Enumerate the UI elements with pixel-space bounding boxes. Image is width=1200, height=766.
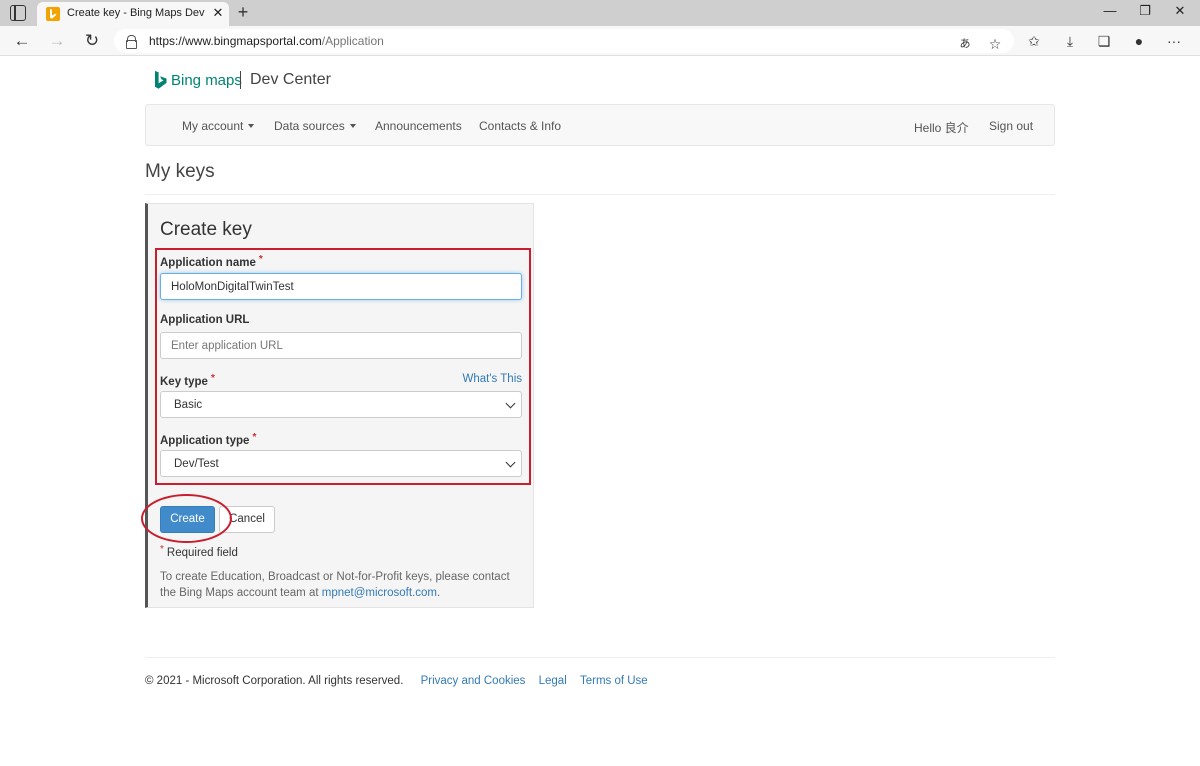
new-tab-icon[interactable]: + [234, 2, 252, 22]
add-favorite-icon[interactable]: ☆ [985, 34, 1005, 54]
required-field-note: * Required field [160, 544, 238, 559]
required-mark: * [160, 544, 164, 555]
caret-down-icon [349, 124, 356, 128]
profile-icon[interactable]: ● [1129, 31, 1149, 51]
chevron-down-icon [505, 457, 516, 468]
brand-bing: Bing maps [171, 72, 242, 89]
required-mark: * [210, 373, 215, 384]
tab-title: Create key - Bing Maps Dev Center [67, 7, 207, 19]
create-key-card: Create key Application name* Application… [141, 203, 534, 608]
nav-announcements[interactable]: Announcements [375, 119, 462, 133]
url-text: https://www.bingmapsportal.com/Applicati… [149, 34, 384, 48]
info-text: To create Education, Broadcast or Not-fo… [160, 571, 510, 599]
app-name-label: Application name * [160, 254, 263, 269]
lock-icon[interactable] [126, 35, 137, 49]
footer-divider [145, 657, 1055, 658]
divider [145, 194, 1055, 195]
browser-tab-bar: Create key - Bing Maps Dev Center ✕ + — … [0, 0, 1200, 26]
key-type-value: Basic [174, 399, 203, 411]
forward-icon[interactable]: → [47, 31, 67, 51]
key-type-label: Key type * [160, 373, 215, 388]
nav-my-account[interactable]: My account [182, 119, 255, 133]
terms-link[interactable]: Terms of Use [580, 675, 648, 687]
tab-actions-icon[interactable] [10, 5, 26, 21]
footer: © 2021 - Microsoft Corporation. All righ… [145, 675, 648, 687]
nav-contacts[interactable]: Contacts & Info [479, 119, 561, 133]
app-type-value: Dev/Test [174, 458, 219, 470]
privacy-link[interactable]: Privacy and Cookies [421, 675, 526, 687]
email-link[interactable]: mpnet@microsoft.com [322, 587, 437, 599]
more-options-icon[interactable]: ··· [1164, 31, 1184, 51]
brand-dev-center: Dev Center [250, 71, 331, 88]
nav-sign-out[interactable]: Sign out [989, 119, 1033, 133]
read-aloud-icon[interactable]: あ [955, 34, 975, 54]
main-navbar: My account Data sources Announcements Co… [145, 104, 1055, 146]
favorites-icon[interactable]: ✩ [1024, 31, 1044, 51]
form-title: Create key [160, 219, 252, 240]
app-name-input[interactable] [160, 273, 522, 300]
minimize-icon[interactable]: — [1100, 3, 1120, 18]
browser-tab[interactable]: Create key - Bing Maps Dev Center ✕ [37, 2, 229, 26]
chevron-down-icon [505, 398, 516, 409]
downloads-icon[interactable]: ⤓ [1060, 31, 1080, 51]
address-bar: ← → ↻ https://www.bingmapsportal.com/App… [0, 26, 1200, 56]
close-window-icon[interactable]: ✕ [1170, 3, 1190, 19]
required-mark: * [252, 432, 257, 443]
nav-data-sources[interactable]: Data sources [274, 119, 356, 133]
caret-down-icon [248, 124, 255, 128]
app-url-label: Application URL [160, 314, 250, 326]
nav-hello-user[interactable]: Hello 良介 [914, 119, 969, 136]
key-type-select[interactable]: Basic [160, 391, 522, 418]
close-tab-icon[interactable]: ✕ [211, 5, 225, 21]
copyright-text: © 2021 - Microsoft Corporation. All righ… [145, 675, 404, 687]
url-field[interactable]: https://www.bingmapsportal.com/Applicati… [114, 29, 1014, 53]
brand-divider [240, 71, 241, 89]
legal-link[interactable]: Legal [539, 675, 567, 687]
restore-icon[interactable]: ❐ [1135, 3, 1155, 19]
required-mark: * [258, 254, 263, 265]
whats-this-link[interactable]: What's This [463, 373, 523, 385]
refresh-icon[interactable]: ↻ [82, 31, 102, 51]
back-icon[interactable]: ← [12, 31, 32, 51]
collections-icon[interactable]: ❏ [1094, 31, 1114, 51]
app-type-select[interactable]: Dev/Test [160, 450, 522, 477]
app-type-label: Application type * [160, 432, 257, 447]
app-url-input[interactable] [160, 332, 522, 359]
page-title: My keys [145, 161, 215, 182]
bing-favicon-icon [46, 7, 60, 21]
annotation-circle [141, 494, 232, 543]
bing-logo-icon [155, 71, 167, 89]
